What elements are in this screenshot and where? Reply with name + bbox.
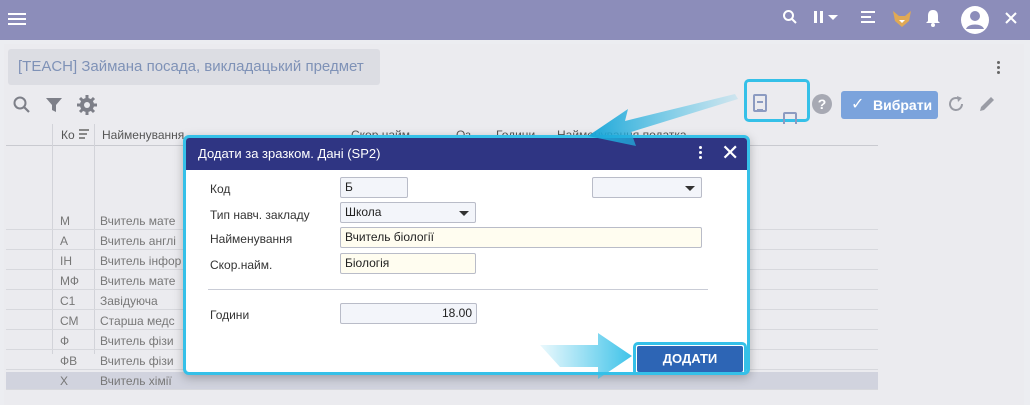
arrow-to-add-button <box>540 333 632 379</box>
arrow-to-copy-icon <box>588 94 738 146</box>
callout-arrows <box>540 94 738 379</box>
